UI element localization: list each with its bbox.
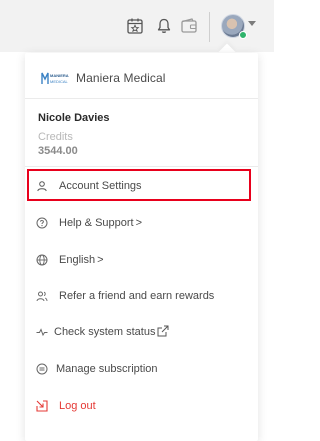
menu-item-label: Check system status [54,326,156,338]
maniera-logo-icon: MANIERA MEDICAL [41,72,69,84]
divider [25,98,258,99]
brand: MANIERA MEDICAL Maniera Medical [41,69,166,87]
menu-item-logout[interactable]: Log out [25,389,258,423]
subscription-icon [36,363,48,375]
chevron-down-icon[interactable] [248,21,256,26]
online-status-dot [239,31,247,39]
menu-item-label: Help & Support [59,217,134,229]
account-dropdown: MANIERA MEDICAL Maniera Medical Nicole D… [25,53,258,441]
user-icon [37,181,47,192]
menu-item-manage-subscription[interactable]: Manage subscription [25,352,258,386]
svg-text:MANIERA: MANIERA [50,73,69,78]
chevron-right-icon: > [97,254,104,266]
calendar-star-icon[interactable] [125,16,145,36]
menu-item-label: Manage subscription [56,363,158,375]
menu-item-label: Account Settings [59,180,142,192]
help-circle-icon [36,217,48,229]
topbar-divider [209,12,210,42]
credits-value: 3544.00 [38,145,78,157]
bell-icon[interactable] [154,16,174,36]
credits-label: Credits [38,131,73,143]
users-icon [36,291,48,302]
globe-icon [36,254,48,266]
chevron-right-icon: > [135,217,143,229]
menu-item-account-settings[interactable]: Account Settings [25,169,258,203]
divider [25,166,258,167]
wallet-icon[interactable] [179,16,199,36]
menu-item-label: Refer a friend and earn rewards [59,290,215,302]
top-bar [0,0,274,52]
menu-item-label: English [59,254,96,266]
svg-text:MEDICAL: MEDICAL [50,79,69,84]
user-name: Nicole Davies [38,112,110,124]
menu-item-system-status[interactable]: Check system status [25,315,258,349]
external-link-icon [157,325,169,336]
menu-item-help-support[interactable]: Help & Support > [25,206,258,240]
menu-item-language[interactable]: English > [25,243,258,277]
pulse-icon [36,328,48,337]
menu-item-label: Log out [59,400,96,412]
brand-name: Maniera Medical [76,71,166,85]
menu-item-refer-friend[interactable]: Refer a friend and earn rewards [25,279,258,313]
logout-icon [36,400,48,412]
